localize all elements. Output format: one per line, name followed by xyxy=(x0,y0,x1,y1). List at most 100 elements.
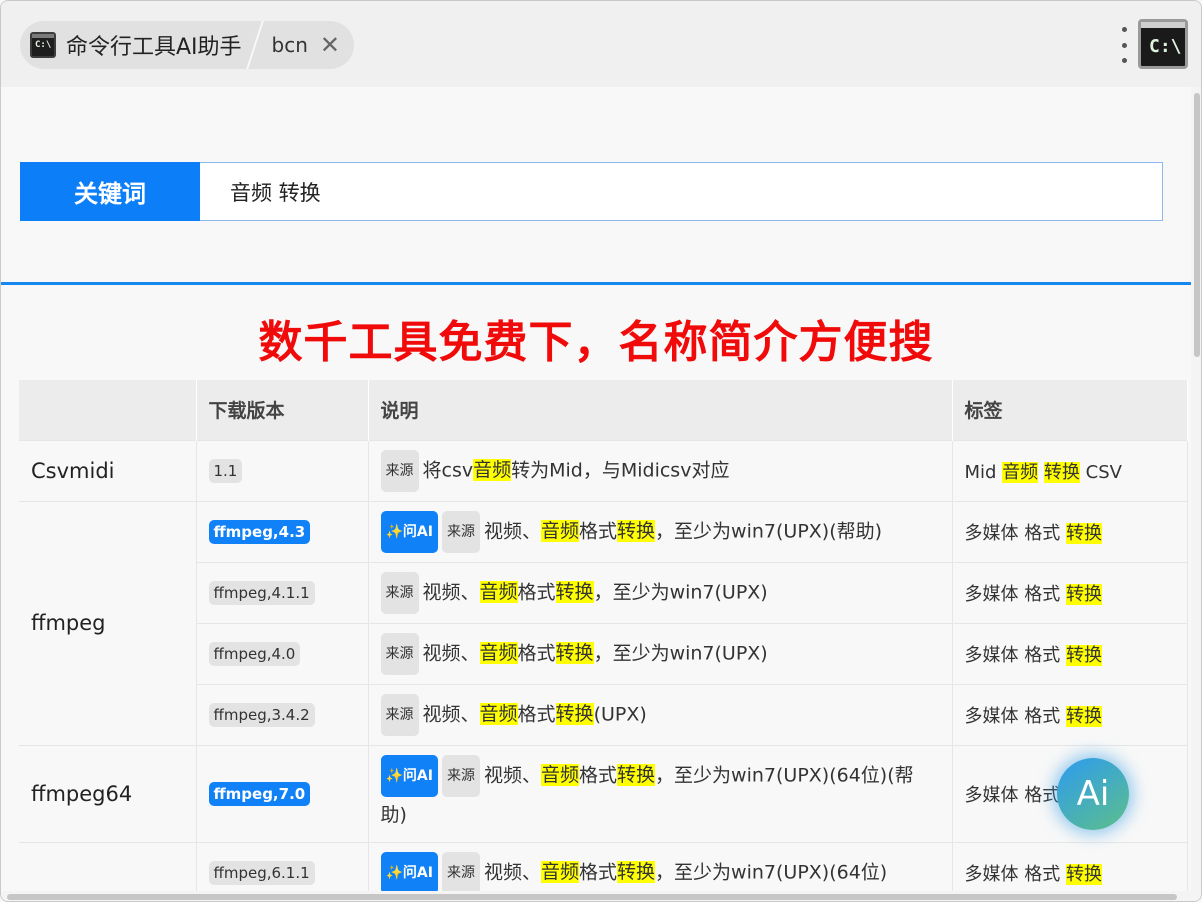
description-text: 格式 xyxy=(579,520,618,542)
ask-ai-button[interactable]: ✨问AI xyxy=(380,754,438,797)
app-window: C:\ 命令行工具AI助手 bcn ✕ C:\ 关键词 数千工具免费下，名称简介… xyxy=(0,0,1202,902)
tag-text: CSV xyxy=(1079,461,1122,483)
tab-divider xyxy=(245,21,264,69)
search-label: 关键词 xyxy=(20,162,200,221)
table-row: ffmpeg ffmpeg,4.3 ✨问AI 来源 视频、音频格式转换，至少为win7(… xyxy=(19,500,1188,745)
ai-assistant-button[interactable]: Ai xyxy=(1057,758,1129,830)
divider-line xyxy=(1,282,1191,285)
tags-cell: Mid 音频 转换 CSV xyxy=(952,439,1188,501)
version-cell: ffmpeg,7.0 xyxy=(196,744,369,842)
tag-text: Mid xyxy=(964,461,1003,483)
table-row: ffmpeg64 ffmpeg,7.0 ✨问AI 来源 视频、音频格式转换，至少为win… xyxy=(19,744,1188,842)
tab-strip: C:\ 命令行工具AI助手 bcn ✕ xyxy=(20,21,355,69)
tags-cell: 多媒体 格式 转换 xyxy=(952,561,1188,623)
tab-title[interactable]: 命令行工具AI助手 xyxy=(66,29,242,61)
table-header-row: 下载版本 说明 标签 xyxy=(19,380,1188,440)
ask-ai-button[interactable]: ✨问AI xyxy=(380,851,438,894)
tag-text: 多媒体 格式 xyxy=(964,522,1066,544)
description-text: 视频、 xyxy=(483,861,541,884)
description-cell: 来源 视频、音频格式转换(UPX) xyxy=(368,683,953,745)
version-badge[interactable]: ffmpeg,4.0 xyxy=(208,641,301,666)
version-badge[interactable]: 1.1 xyxy=(208,458,243,483)
title-bar: C:\ 命令行工具AI助手 bcn ✕ C:\ xyxy=(1,1,1201,87)
highlight-keyword: 转换 xyxy=(1043,461,1080,483)
description-text: ，至少为win7(UPX) xyxy=(593,581,768,603)
description-text: 将csv xyxy=(422,459,474,481)
highlight-keyword: 转换 xyxy=(617,520,656,542)
description-text: ，至少为win7(UPX) xyxy=(593,642,768,664)
version-cell: ffmpeg,4.0 xyxy=(196,622,369,684)
source-link[interactable]: 来源 xyxy=(441,754,480,797)
highlight-keyword: 转换 xyxy=(555,642,594,664)
tool-name[interactable]: Csvmidi xyxy=(19,439,197,501)
description-text: ，至少为win7(UPX)(64位) xyxy=(655,861,888,884)
search-bar: 关键词 xyxy=(20,162,1163,221)
version-badge[interactable]: ffmpeg,7.0 xyxy=(208,781,311,806)
version-cell: ffmpeg,4.1.1 xyxy=(196,561,369,623)
description-text: 格式 xyxy=(579,861,618,884)
description-text: 格式 xyxy=(517,703,556,725)
description-text: 格式 xyxy=(579,764,618,786)
source-link[interactable]: 来源 xyxy=(441,851,480,894)
highlight-keyword: 音频 xyxy=(479,642,518,664)
tags-cell: 多媒体 格式 转换 xyxy=(952,500,1188,562)
source-link[interactable]: 来源 xyxy=(380,632,419,675)
version-badge[interactable]: ffmpeg,4.3 xyxy=(208,519,311,544)
description-text: ，至少为win7(UPX)(帮助) xyxy=(655,520,883,542)
header-tags: 标签 xyxy=(952,380,1188,440)
table-row: Csvmidi 1.1 来源 将csv音频转为Mid，与Midicsv对应 Mid 音频… xyxy=(19,439,1188,501)
search-input[interactable] xyxy=(200,162,1163,221)
description-cell: ✨问AI 来源 视频、音频格式转换，至少为win7(UPX)(64位)(帮助) xyxy=(368,744,953,842)
source-link[interactable]: 来源 xyxy=(380,571,419,614)
description-cell: 来源 视频、音频格式转换，至少为win7(UPX) xyxy=(368,622,953,684)
highlight-keyword: 转换 xyxy=(555,703,594,725)
header-description: 说明 xyxy=(368,380,953,440)
scroll-thumb[interactable] xyxy=(1194,93,1200,357)
tools-table: 下载版本 说明 标签 Csvmidi 1.1 来源 将csv音频转为Mid，与Midi… xyxy=(19,380,1188,901)
description-text: (UPX) xyxy=(593,703,647,725)
header-name xyxy=(19,380,197,440)
version-cell: ffmpeg,3.4.2 xyxy=(196,683,369,745)
highlight-keyword: 转换 xyxy=(555,581,594,603)
tag-text: 多媒体 格式 xyxy=(964,863,1066,885)
tool-name[interactable]: ffmpeg xyxy=(19,500,197,745)
close-icon[interactable]: ✕ xyxy=(320,33,340,57)
tab-subtitle[interactable]: bcn xyxy=(272,33,308,57)
highlight-keyword: 转换 xyxy=(1065,644,1102,666)
source-link[interactable]: 来源 xyxy=(380,449,419,492)
version-badge[interactable]: ffmpeg,6.1.1 xyxy=(208,860,315,885)
vertical-scrollbar[interactable] xyxy=(1191,87,1201,901)
description-text: 视频、 xyxy=(422,703,480,725)
terminal-app-icon[interactable]: C:\ xyxy=(1138,19,1188,69)
highlight-keyword: 音频 xyxy=(479,703,518,725)
highlight-keyword: 转换 xyxy=(1065,705,1102,727)
highlight-keyword: 音频 xyxy=(541,861,580,884)
highlight-keyword: 转换 xyxy=(1065,583,1102,605)
description-text: 视频、 xyxy=(483,764,541,786)
version-badge[interactable]: ffmpeg,3.4.2 xyxy=(208,702,315,727)
source-link[interactable]: 来源 xyxy=(441,510,480,553)
more-menu-icon[interactable] xyxy=(1116,27,1132,63)
source-link[interactable]: 来源 xyxy=(380,693,419,736)
headline-banner: 数千工具免费下，名称简介方便搜 xyxy=(258,317,934,368)
description-text: 视频、 xyxy=(422,581,480,603)
version-cell: ffmpeg,4.3 xyxy=(196,500,369,562)
scroll-thumb[interactable] xyxy=(7,894,1177,900)
version-badge[interactable]: ffmpeg,4.1.1 xyxy=(208,580,315,605)
tag-text: 多媒体 格式 xyxy=(964,644,1066,666)
version-cell: 1.1 xyxy=(196,439,369,501)
highlight-keyword: 音频 xyxy=(1002,461,1039,483)
highlight-keyword: 转换 xyxy=(617,861,656,884)
tag-text: 多媒体 格式 xyxy=(964,583,1066,605)
description-text: 转为Mid，与Midicsv对应 xyxy=(511,459,730,481)
description-text: 格式 xyxy=(517,581,556,603)
highlight-keyword: 音频 xyxy=(541,520,580,542)
tool-name[interactable]: ffmpeg64 xyxy=(19,744,197,842)
description-text: 视频、 xyxy=(483,520,541,542)
header-version: 下载版本 xyxy=(196,380,369,440)
tag-text: 多媒体 格式 xyxy=(964,784,1066,806)
description-cell: 来源 将csv音频转为Mid，与Midicsv对应 xyxy=(368,439,953,501)
description-cell: ✨问AI 来源 视频、音频格式转换，至少为win7(UPX)(帮助) xyxy=(368,500,953,562)
ask-ai-button[interactable]: ✨问AI xyxy=(380,510,438,553)
horizontal-scrollbar[interactable] xyxy=(1,891,1191,901)
